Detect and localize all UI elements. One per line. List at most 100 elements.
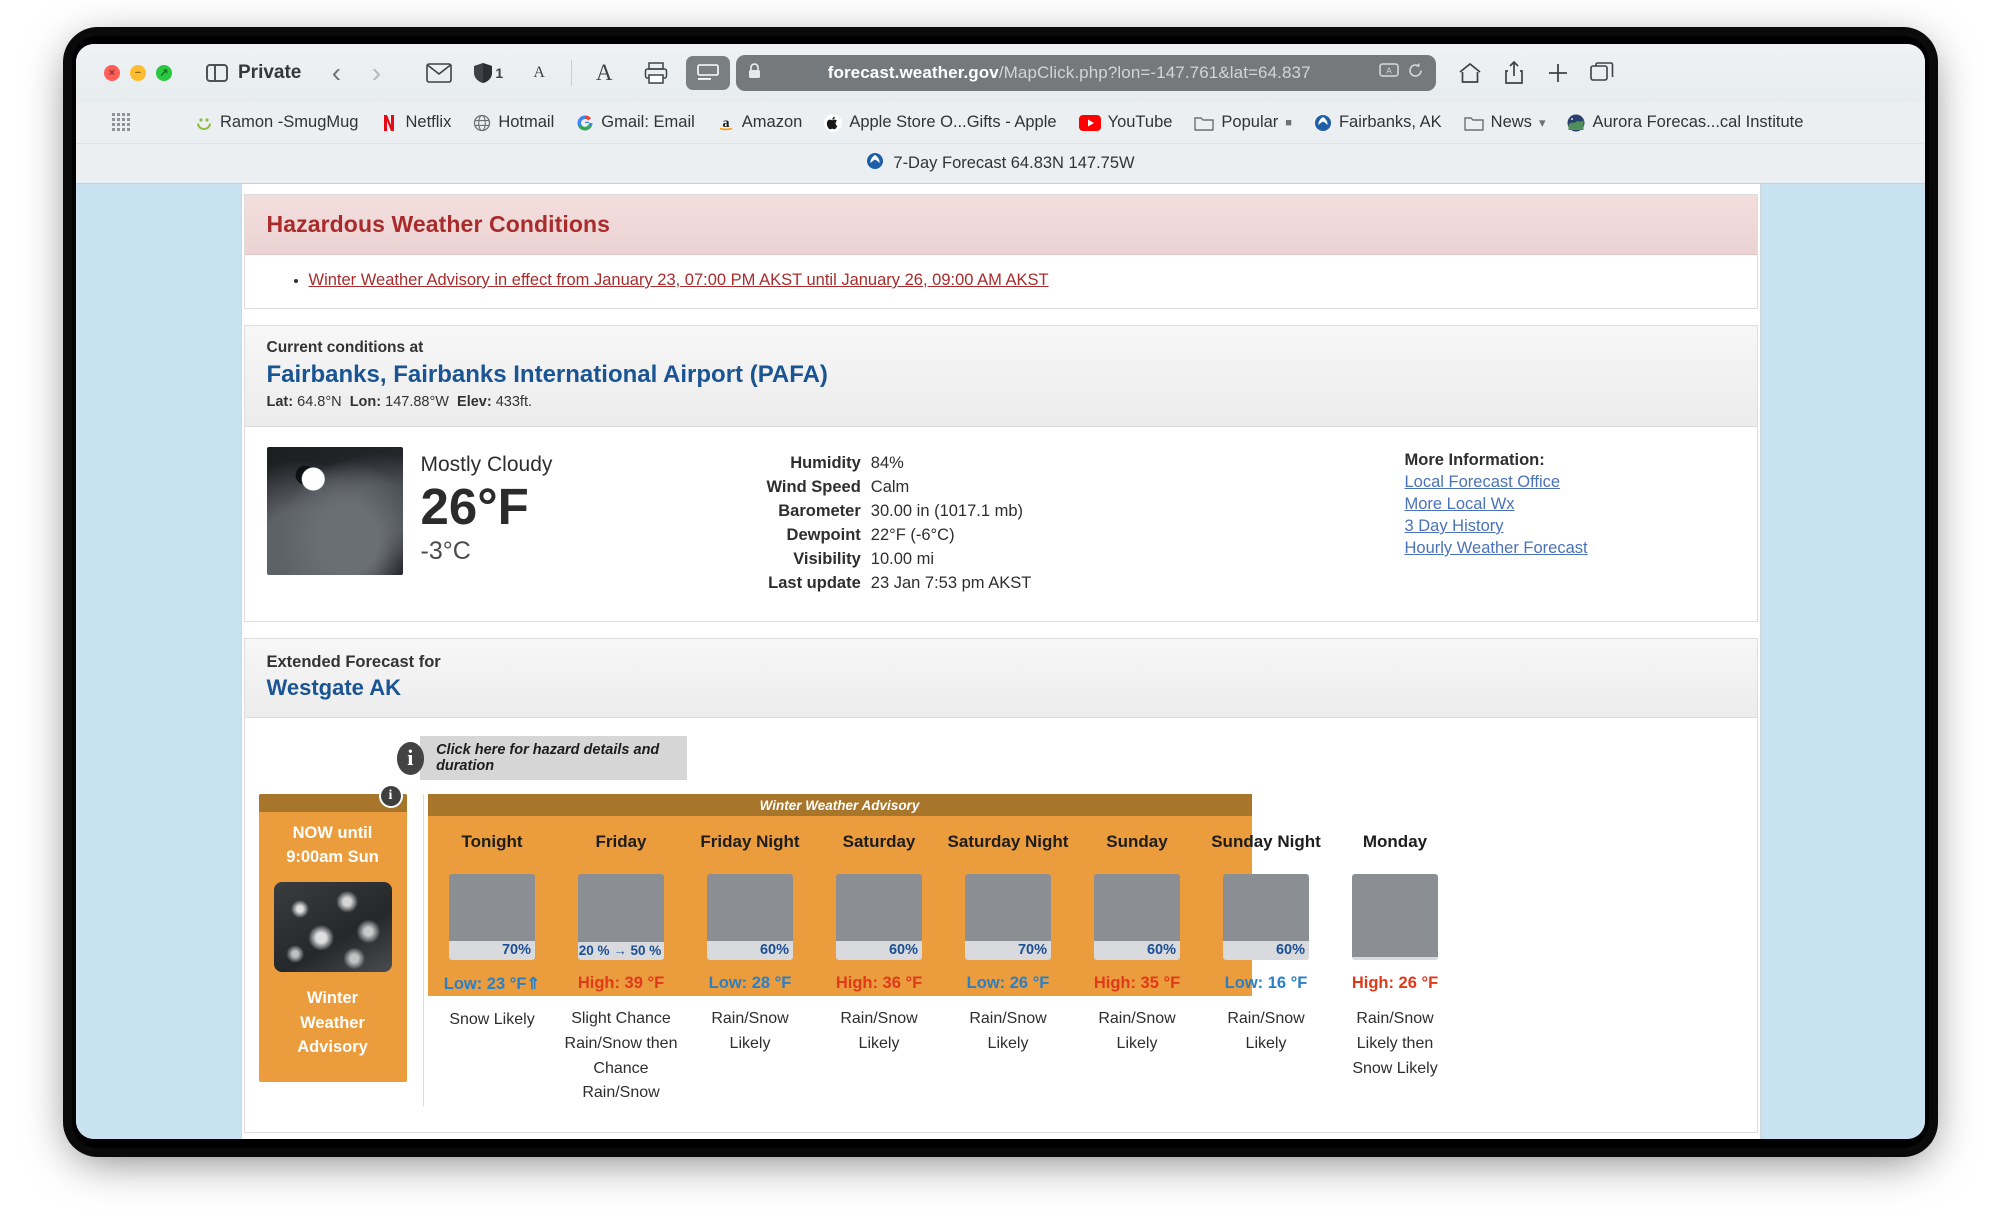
tab-title[interactable]: 7-Day Forecast 64.83N 147.75W — [893, 154, 1134, 173]
bookmark-hotmail[interactable]: Hotmail — [462, 109, 565, 136]
table-row: Dewpoint 22°F (-6°C) — [767, 523, 1032, 547]
translate-icon[interactable]: A — [1379, 62, 1399, 84]
forecast-day-friday-night[interactable]: Friday Night 60% Low: 28 °F Rain/Snow Li… — [686, 816, 815, 1106]
day-name: Saturday Night — [947, 832, 1069, 851]
elev-value: 433ft. — [495, 394, 533, 410]
bookmark-smugmug[interactable]: Ramon -SmugMug — [184, 109, 369, 136]
current-conditions-details: Humidity 84% Wind Speed Calm Barometer 30.0… — [567, 447, 1405, 595]
share-icon[interactable] — [1494, 56, 1534, 90]
bookmark-netflix[interactable]: Netflix — [369, 109, 462, 136]
bookmark-label: Gmail: Email — [601, 113, 695, 131]
rain-snow-night-icon: 60% — [707, 874, 793, 960]
forecast-day-monday[interactable]: Monday High: 26 °F Rain/Snow Likely then… — [1331, 816, 1460, 1106]
app-grid-icon[interactable] — [112, 112, 132, 133]
page-viewport: Hazardous Weather Conditions Winter Weat… — [76, 184, 1925, 1139]
info-icon: i — [380, 786, 401, 806]
hourly-weather-forecast-link[interactable]: Hourly Weather Forecast — [1405, 539, 1735, 558]
tab-overview-icon[interactable] — [1582, 56, 1622, 90]
svg-text:A: A — [1387, 66, 1393, 75]
reader-view-button[interactable] — [686, 56, 731, 90]
lon-label: Lon: — [349, 394, 382, 410]
tab-favicon-noaa — [866, 152, 884, 175]
bookmark-gmail[interactable]: Gmail: Email — [565, 109, 706, 136]
detail-key: Dewpoint — [786, 525, 861, 544]
url-path: /MapClick.php?lon=-147.761&lat=64.837 — [998, 63, 1311, 82]
bookmark-label: Fairbanks, AK — [1338, 113, 1442, 131]
new-tab-icon[interactable] — [1538, 56, 1578, 90]
back-button[interactable]: ‹ — [319, 57, 353, 89]
forecast-day-tonight[interactable]: Tonight 70% Low: 23 °F⇑ Snow Likely — [428, 816, 557, 1106]
current-conditions-subtitle: Current conditions at — [266, 339, 424, 356]
mail-icon[interactable] — [419, 56, 459, 90]
hazard-details-button[interactable]: i Click here for hazard details and dura… — [396, 736, 687, 780]
home-icon[interactable] — [1450, 56, 1490, 90]
more-local-wx-link[interactable]: More Local Wx — [1405, 495, 1735, 514]
bookmarks-bar: Ramon -SmugMug Netflix Hotmail Gmail: Em… — [76, 102, 1925, 144]
address-bar[interactable]: forecast.weather.gov/MapClick.php?lon=-1… — [736, 55, 1437, 91]
detail-key: Last update — [768, 573, 861, 592]
hazard-heading: Hazardous Weather Conditions — [266, 211, 611, 237]
day-description: Slight Chance Rain/Snow then Chance Rain… — [564, 1010, 678, 1102]
bookmark-amazon[interactable]: a Amazon — [706, 109, 814, 136]
gmail-icon — [577, 114, 593, 130]
current-conditions-image — [266, 447, 403, 575]
bookmark-youtube[interactable]: YouTube — [1068, 109, 1184, 136]
forecast-day-saturday[interactable]: Saturday 60% High: 36 °F Rain/Snow Likel… — [815, 816, 944, 1106]
detail-value: 30.00 in (1017.1 mb) — [870, 501, 1024, 520]
station-name[interactable]: Fairbanks, Fairbanks International Airpo… — [267, 361, 1735, 389]
detail-value: 84% — [870, 453, 904, 472]
now-card-text-line2: Weather — [300, 1013, 365, 1032]
bookmark-aurora-forecast[interactable]: Aurora Forecas...cal Institute — [1556, 109, 1814, 136]
extended-forecast-header: Extended Forecast for Westgate AK — [244, 639, 1757, 718]
local-forecast-office-link[interactable]: Local Forecast Office — [1405, 473, 1735, 492]
increase-font-size-button[interactable]: A — [584, 56, 624, 90]
rain-snow-night-icon: 70% — [965, 874, 1051, 960]
amazon-icon: a — [719, 116, 733, 131]
browser-toolbar: × − ↗ Private ‹ › 1 A A forecast.weather… — [76, 44, 1925, 102]
extended-forecast-body: i Click here for hazard details and dura… — [245, 718, 1757, 1132]
rain-snow-night-icon: 60% — [1223, 874, 1309, 960]
winter-weather-advisory-link[interactable]: Winter Weather Advisory in effect from J… — [309, 271, 1049, 289]
forecast-day-saturday-night[interactable]: Saturday Night 70% Low: 26 °F Rain/Snow … — [944, 816, 1073, 1106]
forecast-days: Tonight 70% Low: 23 °F⇑ Snow Likely Frid… — [428, 794, 1743, 1106]
detail-value: 10.00 mi — [870, 549, 935, 568]
folder-icon — [1194, 116, 1215, 131]
current-conditions-body: Mostly Cloudy 26°F -3°C Humidity 84% Wind… — [245, 427, 1757, 621]
day-description: Rain/Snow Likely — [1227, 1010, 1305, 1052]
smugmug-icon — [197, 117, 211, 130]
bookmark-fairbanks-ak[interactable]: Fairbanks, AK — [1303, 109, 1453, 136]
bookmark-apple-store[interactable]: Apple Store O...Gifts - Apple — [813, 109, 1067, 136]
bookmark-folder-popular[interactable]: Popular ■ — [1183, 109, 1303, 136]
decrease-font-size-button[interactable]: A — [519, 56, 559, 90]
forward-button[interactable]: › — [359, 57, 393, 89]
now-card-title-line2: 9:00am Sun — [286, 847, 379, 866]
precip-probability: 60% — [1223, 941, 1309, 960]
snow-day-icon — [1352, 874, 1438, 960]
forecast-day-friday[interactable]: Friday 20 % → 50 % High: 39 °F Slight Ch… — [557, 816, 686, 1106]
day-name: Tonight — [461, 832, 523, 851]
table-row: Humidity 84% — [767, 451, 1032, 475]
minimize-window-button[interactable]: − — [130, 65, 146, 81]
day-temperature: Low: 23 °F⇑ — [443, 975, 541, 993]
window-controls: × − ↗ — [104, 65, 172, 81]
sidebar-icon — [206, 64, 228, 82]
detail-key: Barometer — [778, 501, 861, 520]
day-temperature: High: 35 °F — [1093, 974, 1181, 992]
table-row: Barometer 30.00 in (1017.1 mb) — [767, 499, 1032, 523]
lock-icon — [748, 62, 761, 84]
sidebar-toggle-button[interactable]: Private — [206, 62, 301, 84]
bookmark-folder-news[interactable]: News ▾ — [1453, 109, 1557, 136]
forecast-day-sunday-night[interactable]: Sunday Night 60% Low: 16 °F Rain/Snow Li… — [1202, 816, 1331, 1106]
now-advisory-card[interactable]: i NOW until 9:00am Sun Winter Weather Ad… — [258, 784, 407, 1083]
tab-strip: 7-Day Forecast 64.83N 147.75W — [76, 144, 1925, 184]
rain-snow-day-icon: 20 % → 50 % — [578, 874, 664, 960]
shield-tracker-button[interactable]: 1 — [473, 56, 503, 90]
reload-icon[interactable] — [1407, 62, 1424, 84]
three-day-history-link[interactable]: 3 Day History — [1405, 517, 1735, 536]
now-card-info-badge[interactable]: i — [378, 784, 403, 808]
precip-probability: 60% — [1094, 941, 1180, 960]
forecast-day-sunday[interactable]: Sunday 60% High: 35 °F Rain/Snow Likely — [1073, 816, 1202, 1106]
print-icon[interactable] — [636, 56, 676, 90]
maximize-window-button[interactable]: ↗ — [156, 65, 172, 81]
close-window-button[interactable]: × — [104, 65, 120, 81]
